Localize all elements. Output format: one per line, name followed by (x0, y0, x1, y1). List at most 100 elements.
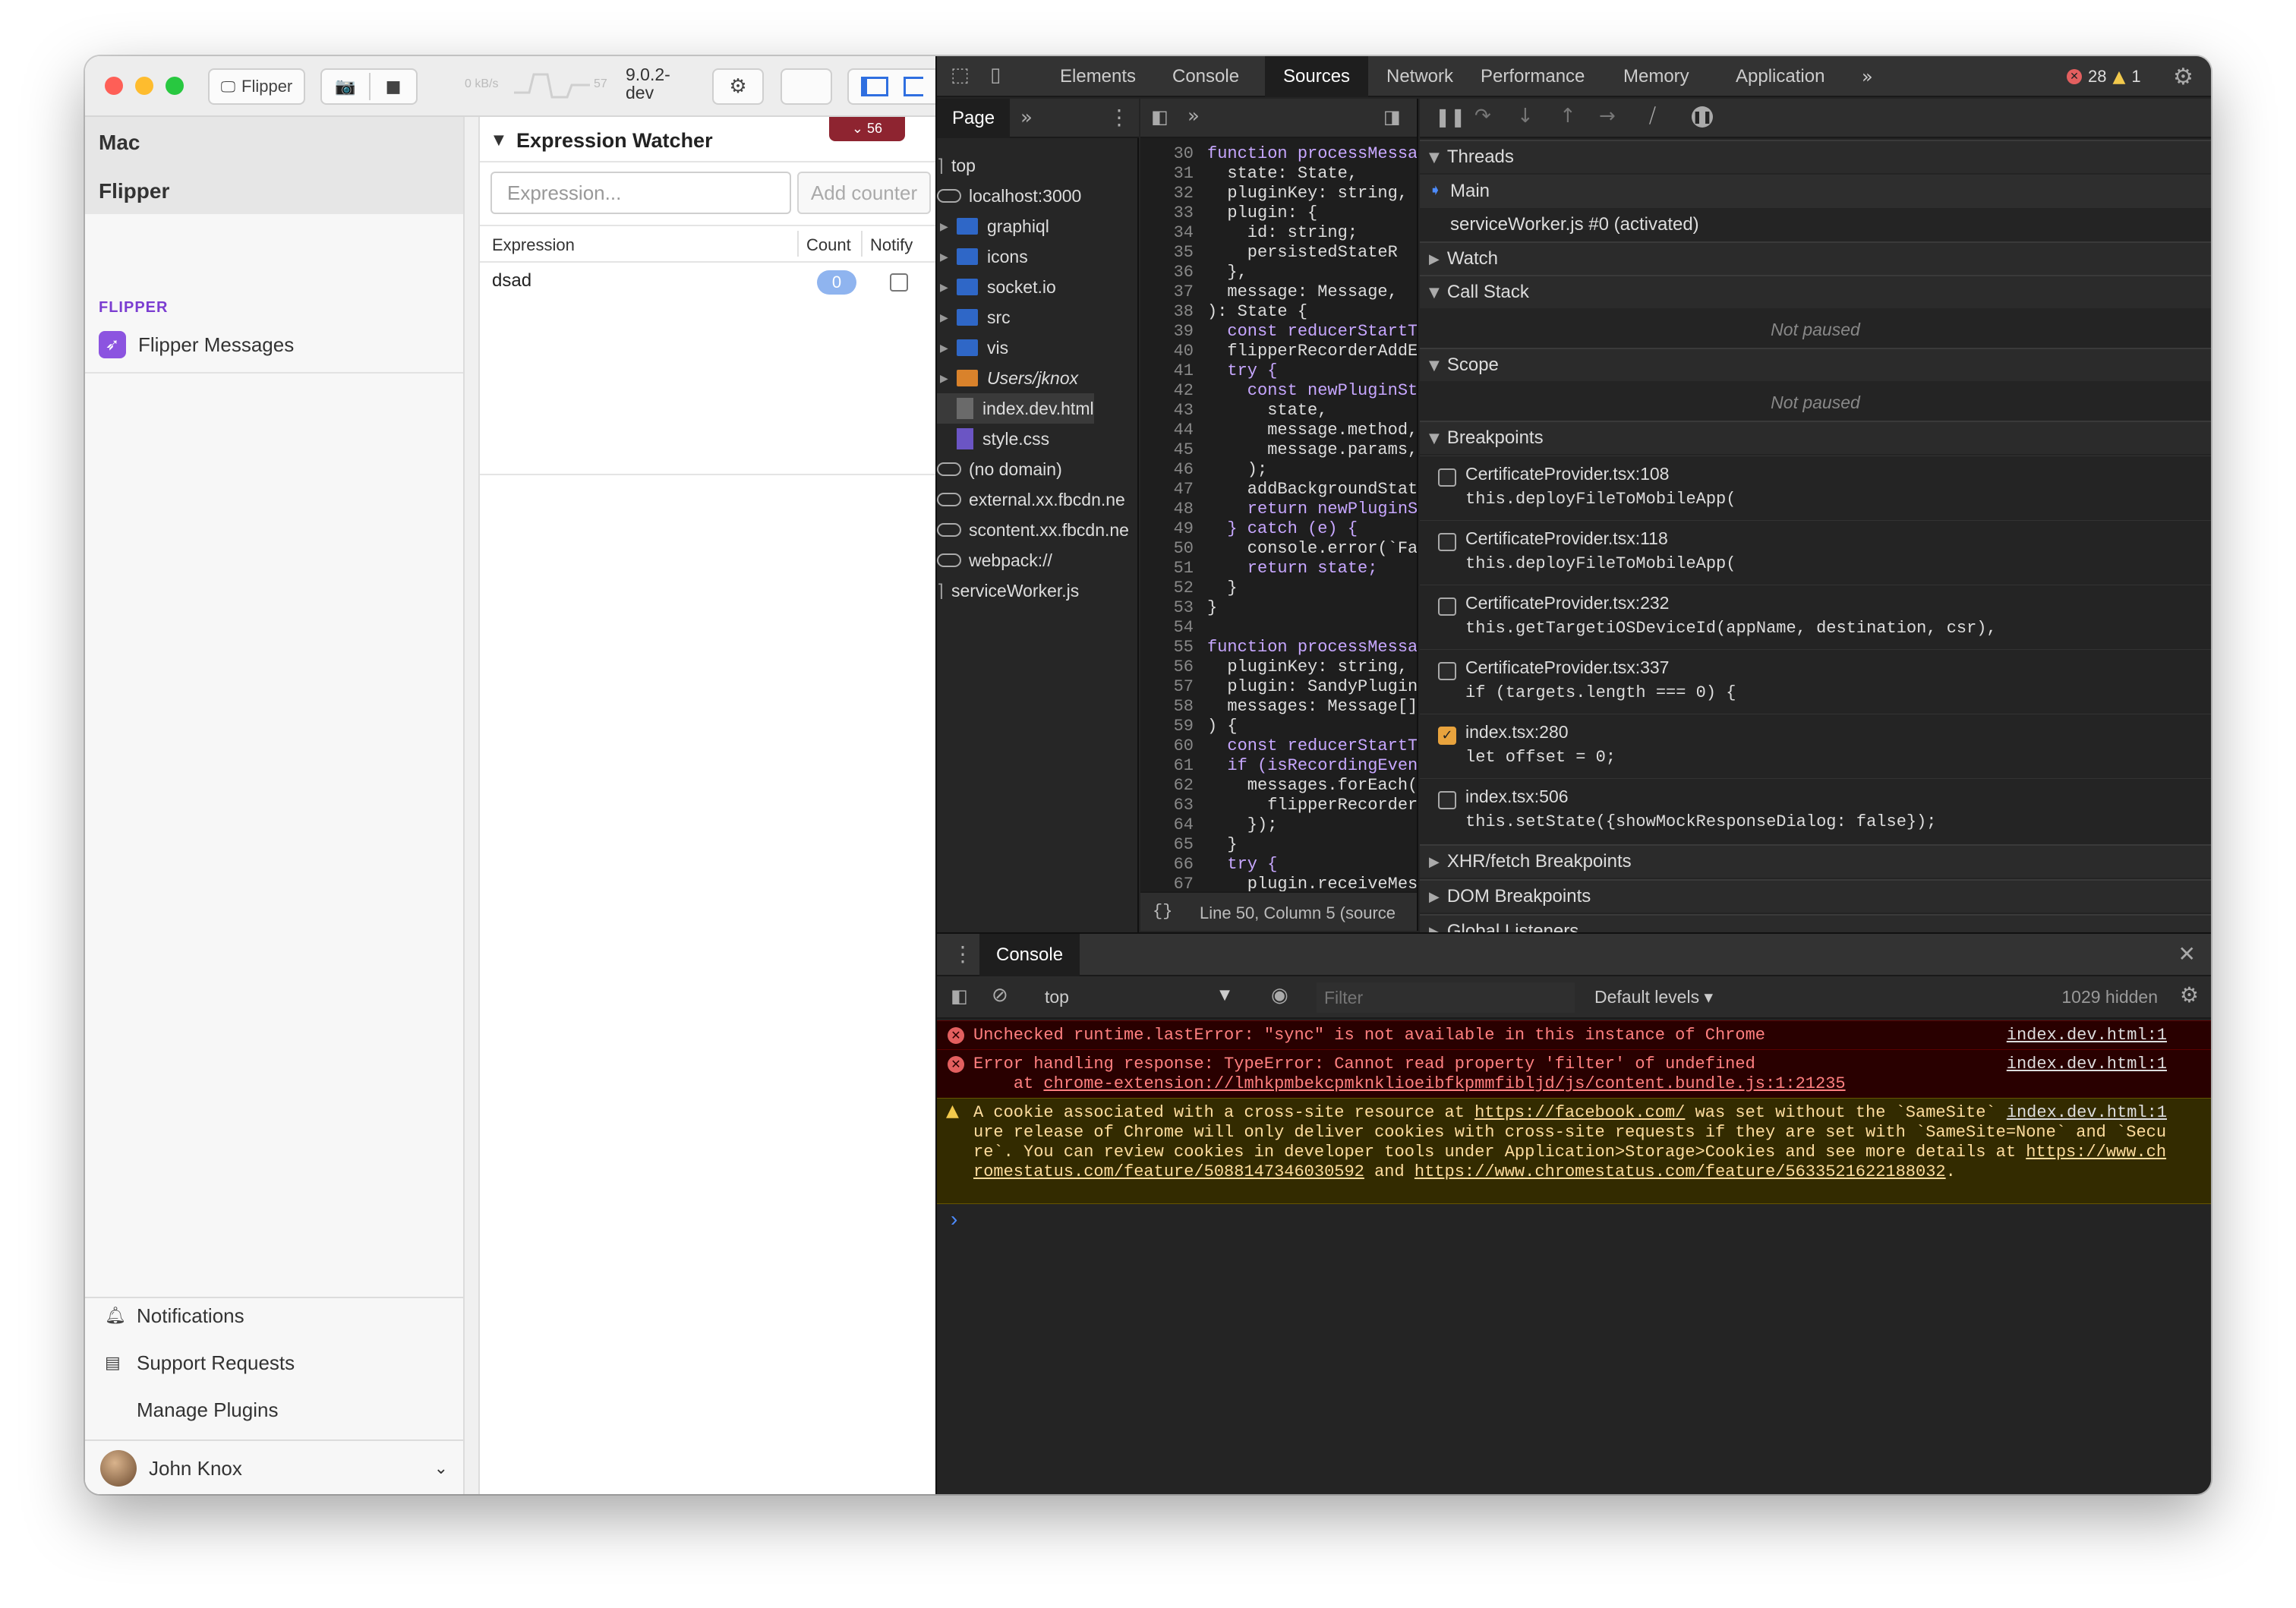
thread-main[interactable]: ➧ Main (1420, 175, 2211, 208)
line-number[interactable]: 31 (1140, 164, 1194, 184)
breakpoint-item[interactable]: CertificateProvider.tsx:232 this.getTarge… (1420, 585, 2211, 647)
right-sidebar-toggle-icon[interactable] (904, 77, 923, 96)
line-number[interactable]: 39 (1140, 322, 1194, 342)
more-tabs-icon[interactable]: » (1020, 106, 1033, 129)
line-number[interactable]: 37 (1140, 282, 1194, 302)
threads-section-header[interactable]: ▼ Threads (1420, 140, 2211, 173)
video-icon[interactable]: ■ (371, 77, 416, 96)
line-number[interactable]: 64 (1140, 815, 1194, 835)
message-source-link[interactable]: index.dev.html:1 (2007, 1055, 2167, 1074)
breakpoint-checkbox[interactable] (1438, 533, 1456, 551)
pause-icon[interactable]: ❚❚ (1435, 106, 1465, 128)
more-tabs-icon[interactable]: » (1862, 56, 1873, 97)
device-selector-button[interactable]: 🖵 Flipper (208, 68, 305, 105)
line-number[interactable]: 56 (1140, 657, 1194, 677)
sidebar-item-flipper-messages[interactable]: ➶ Flipper Messages (99, 331, 294, 358)
breakpoint-item[interactable]: CertificateProvider.tsx:108 this.deployFi… (1420, 456, 2211, 518)
tree-item[interactable]: index.dev.html (937, 393, 1094, 424)
line-number[interactable]: 49 (1140, 519, 1194, 539)
tab-sources[interactable]: Sources (1265, 56, 1369, 97)
kebab-menu-icon[interactable]: ⋮ (1109, 105, 1130, 130)
breakpoint-item[interactable]: CertificateProvider.tsx:337 if (targets.l… (1420, 649, 2211, 711)
line-number[interactable]: 46 (1140, 460, 1194, 480)
tree-item[interactable]: style.css (937, 424, 1049, 454)
line-number[interactable]: 44 (1140, 421, 1194, 440)
line-number[interactable]: 38 (1140, 302, 1194, 322)
step-out-icon[interactable]: ↑ (1560, 105, 1576, 128)
minimize-window-button[interactable] (135, 77, 153, 95)
expand-triangle-icon[interactable]: ▶ (940, 333, 948, 363)
expand-triangle-icon[interactable]: ▶ (940, 302, 948, 333)
console-message-error[interactable]: ✕ Unchecked runtime.lastError: "sync" is… (937, 1020, 2211, 1049)
line-number[interactable]: 63 (1140, 796, 1194, 815)
tree-item[interactable]: localhost:3000 (937, 181, 1081, 211)
close-icon[interactable]: ✕ (2178, 941, 2196, 966)
clear-console-icon[interactable]: ⊘ (992, 984, 1008, 1007)
column-notify[interactable]: Notify (870, 235, 913, 255)
line-number[interactable]: 62 (1140, 776, 1194, 796)
close-window-button[interactable] (105, 77, 123, 95)
thread-service-worker[interactable]: serviceWorker.js #0 (activated) (1420, 208, 2211, 241)
console-prompt[interactable]: › (951, 1207, 957, 1231)
tab-console[interactable]: Console (1172, 56, 1239, 97)
line-number[interactable]: 36 (1140, 263, 1194, 282)
line-number[interactable]: 30 (1140, 144, 1194, 164)
line-number[interactable]: 61 (1140, 756, 1194, 776)
eye-icon[interactable]: ◉ (1271, 984, 1288, 1007)
chevron-down-icon[interactable]: ⌄ (434, 1459, 448, 1478)
issue-counter[interactable]: ✕ 28 ▲ 1 (2067, 67, 2141, 87)
sidebar-item-support-requests[interactable]: ▤ Support Requests (105, 1351, 295, 1375)
tree-item[interactable]: ▶ Users/jknox (937, 363, 1078, 393)
tree-item[interactable]: ⌉ top (937, 150, 976, 181)
breakpoint-item[interactable]: index.tsx:506 this.setState({showMockResp… (1420, 778, 2211, 840)
step-icon[interactable]: → (1599, 105, 1616, 128)
line-number[interactable]: 60 (1140, 736, 1194, 756)
toggle-navigator-icon[interactable]: ◧ (1151, 106, 1168, 128)
table-row[interactable]: dsad 0 (480, 263, 935, 301)
collapsed-section-header[interactable]: ▶ Global Listeners (1420, 914, 2211, 932)
column-expression[interactable]: Expression (492, 235, 575, 255)
tab-console-drawer[interactable]: Console (979, 934, 1080, 976)
tree-item[interactable]: external.xx.fbcdn.ne (937, 484, 1125, 515)
device-name[interactable]: Mac (99, 131, 140, 155)
tree-item[interactable]: (no domain) (937, 454, 1062, 484)
tab-page[interactable]: Page (937, 99, 1011, 138)
error-badge[interactable]: ⌄ 56 (829, 117, 905, 141)
more-tabs-icon[interactable]: » (1187, 105, 1200, 128)
call-stack-section-header[interactable]: ▼ Call Stack (1420, 275, 2211, 308)
line-number[interactable]: 57 (1140, 677, 1194, 697)
line-number[interactable]: 48 (1140, 500, 1194, 519)
sidebar-item-manage-plugins[interactable]: Manage Plugins (105, 1398, 278, 1422)
breakpoint-checkbox[interactable] (1438, 791, 1456, 809)
line-number[interactable]: 51 (1140, 559, 1194, 579)
line-number[interactable]: 65 (1140, 835, 1194, 855)
left-sidebar-toggle-icon[interactable] (861, 77, 888, 96)
context-selector[interactable]: top ▼ (1033, 976, 1238, 1019)
tree-item[interactable]: ▶ graphiql (937, 211, 1049, 241)
collapse-triangle-icon[interactable]: ▼ (494, 132, 504, 148)
expand-triangle-icon[interactable]: ▶ (940, 241, 948, 272)
message-link[interactable]: https://facebook.com/ (1474, 1103, 1685, 1122)
console-message-error[interactable]: ✕ Error handling response: TypeError: Ca… (937, 1049, 2211, 1098)
tree-item[interactable]: scontent.xx.fbcdn.ne (937, 515, 1129, 545)
line-number[interactable]: 66 (1140, 855, 1194, 875)
kebab-menu-icon[interactable]: ⋮ (952, 941, 973, 966)
message-link[interactable]: https://www.chromestatus.com/feature/563… (1414, 1162, 1946, 1181)
line-number[interactable]: 41 (1140, 361, 1194, 381)
log-levels-dropdown[interactable]: Default levels ▾ (1594, 987, 1713, 1007)
watch-section-header[interactable]: ▶ Watch (1420, 241, 2211, 275)
line-number[interactable]: 34 (1140, 223, 1194, 243)
collapsed-section-header[interactable]: ▶ XHR/fetch Breakpoints (1420, 844, 2211, 878)
line-number[interactable]: 59 (1140, 717, 1194, 736)
line-number[interactable]: 40 (1140, 342, 1194, 361)
stack-link[interactable]: chrome-extension://lmhkpmbekcpmknklioeib… (1043, 1074, 1845, 1093)
expand-triangle-icon[interactable]: ▶ (940, 272, 948, 302)
breakpoint-checkbox[interactable]: ✓ (1438, 727, 1456, 745)
line-number[interactable]: 58 (1140, 697, 1194, 717)
blank-toolbar-button[interactable] (781, 68, 832, 105)
gear-icon[interactable]: ⚙ (2173, 64, 2194, 90)
app-name[interactable]: Flipper (99, 179, 169, 203)
line-number[interactable]: 32 (1140, 184, 1194, 203)
gear-icon[interactable]: ⚙ (2180, 982, 2199, 1007)
tab-memory[interactable]: Memory (1623, 56, 1689, 97)
